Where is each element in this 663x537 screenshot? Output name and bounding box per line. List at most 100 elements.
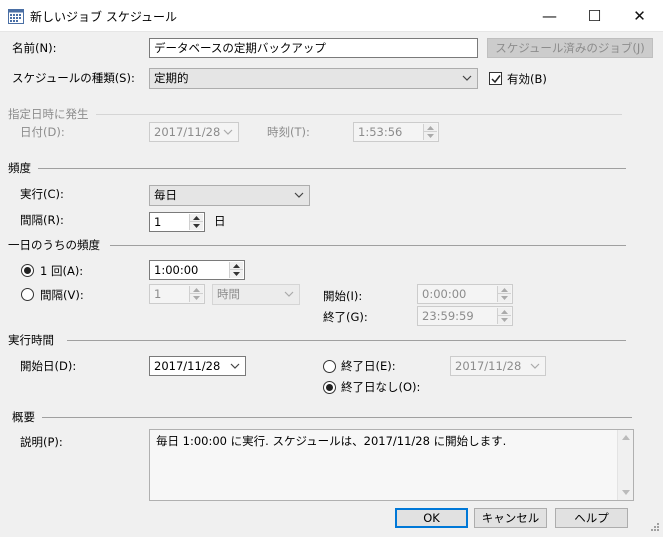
chevron-down-icon (284, 291, 294, 297)
every-interval-input[interactable]: 1 (149, 284, 205, 304)
start-date-value: 2017/11/28 (154, 359, 221, 373)
duration-header: 実行時間 (8, 333, 54, 347)
group-divider (110, 245, 626, 246)
spin-down-icon (501, 296, 508, 300)
maximize-icon: ☐ (587, 7, 602, 25)
maximize-button[interactable]: ☐ (572, 0, 617, 32)
group-divider (96, 114, 622, 115)
chevron-down-icon (230, 363, 240, 369)
occurs-value: 毎日 (154, 188, 177, 202)
window-title: 新しいジョブ スケジュール (30, 10, 177, 24)
spin-buttons[interactable] (189, 214, 203, 230)
end-date-picker[interactable]: 2017/11/28 (450, 356, 546, 376)
resize-grip-icon[interactable] (648, 522, 660, 534)
end-date-label: 終了日(E): (341, 359, 396, 373)
description-text: 毎日 1:00:00 に実行. スケジュールは、2017/11/28 に開始しま… (156, 434, 507, 448)
every-unit-select[interactable]: 時間 (212, 284, 300, 305)
schedule-type-select[interactable]: 定期的 (149, 68, 478, 89)
one-time-time-label: 時刻(T): (267, 125, 310, 139)
minimize-button[interactable]: — (527, 0, 572, 32)
every-interval-value: 1 (154, 287, 162, 301)
enabled-checkbox[interactable] (489, 72, 502, 85)
spin-up-icon (427, 126, 434, 130)
chevron-down-icon (462, 75, 472, 81)
once-radio[interactable] (21, 264, 34, 277)
end-time-input[interactable]: 23:59:59 (417, 306, 513, 326)
spin-buttons[interactable] (189, 286, 203, 302)
scroll-down-icon (622, 490, 630, 495)
group-divider (38, 168, 626, 169)
minimize-icon: — (542, 7, 557, 25)
spin-buttons[interactable] (423, 124, 437, 140)
end-date-value: 2017/11/28 (455, 359, 522, 373)
spin-buttons[interactable] (497, 308, 511, 324)
one-time-header: 指定日時に発生 (8, 107, 89, 121)
recurs-label: 間隔(R): (20, 213, 64, 227)
spin-up-icon (233, 264, 240, 268)
schedule-type-label: スケジュールの種類(S): (12, 71, 135, 85)
daily-frequency-header: 一日のうちの頻度 (8, 238, 100, 252)
end-time-value: 23:59:59 (422, 309, 474, 323)
every-label: 間隔(V): (40, 288, 84, 302)
spin-down-icon (501, 318, 508, 322)
group-divider (67, 340, 626, 341)
spin-down-icon (233, 272, 240, 276)
title-bar: 新しいジョブ スケジュール — ☐ ✕ (0, 0, 663, 32)
start-date-label: 開始日(D): (20, 359, 77, 373)
every-unit-value: 時間 (217, 287, 240, 301)
no-end-date-radio[interactable] (323, 381, 336, 394)
schedule-type-value: 定期的 (154, 71, 189, 85)
recurs-value: 1 (154, 215, 162, 229)
calendar-icon (8, 9, 24, 24)
start-time-label: 開始(I): (323, 289, 363, 303)
spin-buttons[interactable] (229, 262, 243, 278)
start-time-value: 0:00:00 (422, 287, 467, 301)
name-input[interactable]: データベースの定期バックアップ (149, 38, 478, 58)
one-time-date-value: 2017/11/28 (154, 125, 221, 139)
occurs-label: 実行(C): (20, 187, 64, 201)
one-time-date-label: 日付(D): (20, 125, 65, 139)
spin-up-icon (501, 310, 508, 314)
spin-up-icon (501, 288, 508, 292)
once-label: 1 回(A): (40, 264, 84, 278)
name-label: 名前(N): (12, 41, 57, 55)
group-divider (42, 417, 632, 418)
description-label: 説明(P): (20, 435, 63, 449)
once-time-input[interactable]: 1:00:00 (149, 260, 245, 280)
every-radio[interactable] (21, 288, 34, 301)
scroll-up-icon (622, 435, 630, 440)
close-icon: ✕ (633, 7, 646, 25)
end-date-radio[interactable] (323, 360, 336, 373)
start-time-input[interactable]: 0:00:00 (417, 284, 513, 304)
one-time-date-picker[interactable]: 2017/11/28 (149, 122, 239, 142)
spin-down-icon (193, 224, 200, 228)
help-button[interactable]: ヘルプ (555, 508, 628, 528)
one-time-time-input[interactable]: 1:53:56 (353, 122, 439, 142)
description-scrollbar[interactable] (617, 430, 633, 500)
chevron-down-icon (530, 363, 540, 369)
occurs-select[interactable]: 毎日 (149, 185, 310, 206)
one-time-time-value: 1:53:56 (358, 125, 403, 139)
spin-down-icon (427, 134, 434, 138)
spin-up-icon (193, 288, 200, 292)
no-end-date-label: 終了日なし(O): (341, 380, 421, 394)
once-time-value: 1:00:00 (154, 263, 199, 277)
enabled-label: 有効(B) (507, 72, 547, 86)
spin-down-icon (193, 296, 200, 300)
frequency-header: 頻度 (8, 161, 31, 175)
ok-button[interactable]: OK (395, 508, 468, 528)
description-box[interactable]: 毎日 1:00:00 に実行. スケジュールは、2017/11/28 に開始しま… (149, 429, 634, 501)
recurs-input[interactable]: 1 (149, 212, 205, 232)
chevron-down-icon (294, 192, 304, 198)
spin-buttons[interactable] (497, 286, 511, 302)
summary-header: 概要 (12, 410, 35, 424)
check-icon (491, 75, 501, 84)
recurs-unit: 日 (214, 214, 226, 228)
cancel-button[interactable]: キャンセル (474, 508, 547, 528)
chevron-down-icon (223, 129, 233, 135)
spin-up-icon (193, 216, 200, 220)
close-button[interactable]: ✕ (617, 0, 662, 32)
scheduled-jobs-button[interactable]: スケジュール済みのジョブ(J) (487, 38, 653, 58)
start-date-picker[interactable]: 2017/11/28 (149, 356, 246, 376)
end-time-label: 終了(G): (323, 310, 368, 324)
